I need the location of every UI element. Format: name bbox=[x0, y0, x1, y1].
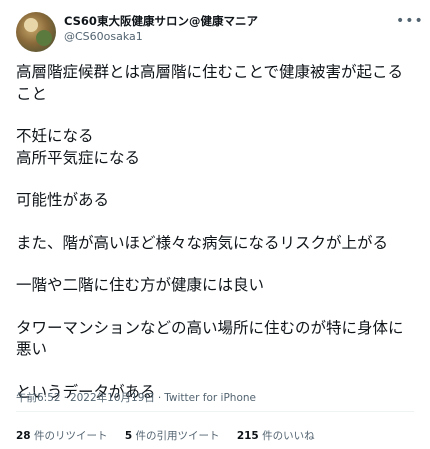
display-name[interactable]: CS60東大阪健康サロン@健康マニア bbox=[64, 13, 258, 29]
tweet-paragraph: 可能性がある bbox=[16, 191, 110, 209]
tweet-stats: 28 件のリツイート 5 件の引用ツイート 215 件のいいね bbox=[16, 428, 329, 443]
tweet-paragraph: タワーマンションなどの高い場所に住むのが特に身体に悪い bbox=[16, 318, 404, 359]
retweets-count: 28 bbox=[16, 430, 31, 442]
avatar-detail bbox=[24, 18, 38, 32]
divider bbox=[16, 411, 414, 412]
tweet-paragraph: 不妊になる 高所平気症になる bbox=[16, 127, 141, 167]
quotes-count: 5 bbox=[124, 430, 133, 442]
tweet-card: CS60東大阪健康サロン@健康マニア @CS60osaka1 ••• 高層階症候… bbox=[0, 0, 430, 449]
avatar[interactable] bbox=[16, 12, 56, 52]
tweet-paragraph: 一階や二階に住む方が健康には良い bbox=[16, 276, 265, 294]
tweet-paragraph: 高層階症候群とは高層階に住むことで健康被害が起こること bbox=[16, 63, 404, 103]
tweet-meta: 午前6:52 · 2022年10月19日 · Twitter for iPhone bbox=[16, 392, 256, 404]
likes-stat[interactable]: 215 件のいいね bbox=[237, 430, 315, 442]
quotes-stat[interactable]: 5 件の引用ツイート bbox=[125, 430, 220, 442]
avatar-detail bbox=[36, 30, 52, 46]
retweets-stat[interactable]: 28 件のリツイート bbox=[16, 430, 107, 442]
user-handle[interactable]: @CS60osaka1 bbox=[64, 29, 258, 45]
tweet-text: 高層階症候群とは高層階に住むことで健康被害が起こること 不妊になる 高所平気症に… bbox=[16, 62, 416, 403]
tweet-client[interactable]: Twitter for iPhone bbox=[164, 392, 256, 404]
likes-label: 件のいいね bbox=[262, 430, 315, 442]
tweet-date[interactable]: 2022年10月19日 bbox=[70, 392, 155, 404]
ellipsis-icon[interactable]: ••• bbox=[396, 14, 423, 28]
quotes-label: 件の引用ツイート bbox=[135, 430, 220, 442]
retweets-label: 件のリツイート bbox=[33, 430, 108, 442]
author-block: CS60東大阪健康サロン@健康マニア @CS60osaka1 bbox=[64, 13, 258, 45]
tweet-paragraph: また、階が高いほど様々な病気になるリスクが上がる bbox=[16, 233, 389, 252]
tweet-time[interactable]: 午前6:52 bbox=[16, 392, 61, 404]
likes-count: 215 bbox=[236, 430, 259, 442]
